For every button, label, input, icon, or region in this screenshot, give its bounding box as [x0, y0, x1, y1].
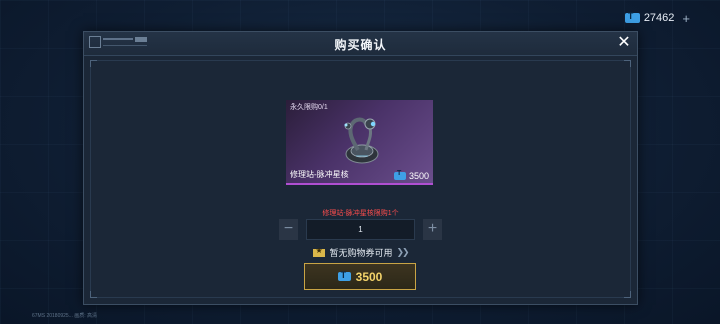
chevron-right-icon: ❯❯ — [396, 247, 409, 257]
item-card: 永久限购0/1 修理站-脉冲星核 3500 — [286, 100, 433, 185]
footer-status: 67MS 20180925... 画质: 高清 — [32, 313, 98, 319]
ticket-currency-icon — [624, 11, 640, 23]
buy-button-price: 3500 — [355, 269, 383, 284]
item-name: 修理站-脉冲星核 — [290, 170, 349, 179]
coupon-icon — [313, 246, 326, 257]
decrease-quantity-button[interactable]: − — [279, 219, 298, 240]
currency-display: 27462 + — [624, 10, 690, 26]
ticket-currency-icon — [393, 170, 406, 180]
increase-quantity-button[interactable]: + — [423, 219, 442, 240]
buy-button[interactable]: 3500 — [304, 263, 416, 290]
coupon-status-text: 暂无购物券可用 — [329, 248, 393, 258]
purchase-confirm-dialog: 购买确认 ✕ 永久限购0/1 修理站-脉冲星核 3500 修理站-脉冲星核限购1… — [83, 31, 638, 305]
coupon-selector[interactable]: 暂无购物券可用 ❯❯ — [84, 246, 637, 259]
quantity-input[interactable]: 1 — [306, 219, 415, 240]
quantity-stepper: − 1 + — [279, 219, 442, 240]
add-currency-button[interactable]: + — [682, 11, 690, 26]
ticket-currency-icon — [337, 270, 351, 281]
dialog-header: 购买确认 ✕ — [84, 32, 637, 56]
repair-station-pulsar-core-image — [344, 117, 379, 164]
currency-amount: 27462 — [643, 12, 675, 24]
purchase-limit-label: 永久限购0/1 — [290, 104, 328, 111]
purchase-limit-notice: 修理站-脉冲星核限购1个 — [322, 210, 399, 217]
dialog-title: 购买确认 — [334, 38, 387, 52]
item-price: 3500 — [393, 170, 429, 181]
close-button[interactable]: ✕ — [615, 34, 633, 52]
item-price-value: 3500 — [408, 171, 429, 181]
